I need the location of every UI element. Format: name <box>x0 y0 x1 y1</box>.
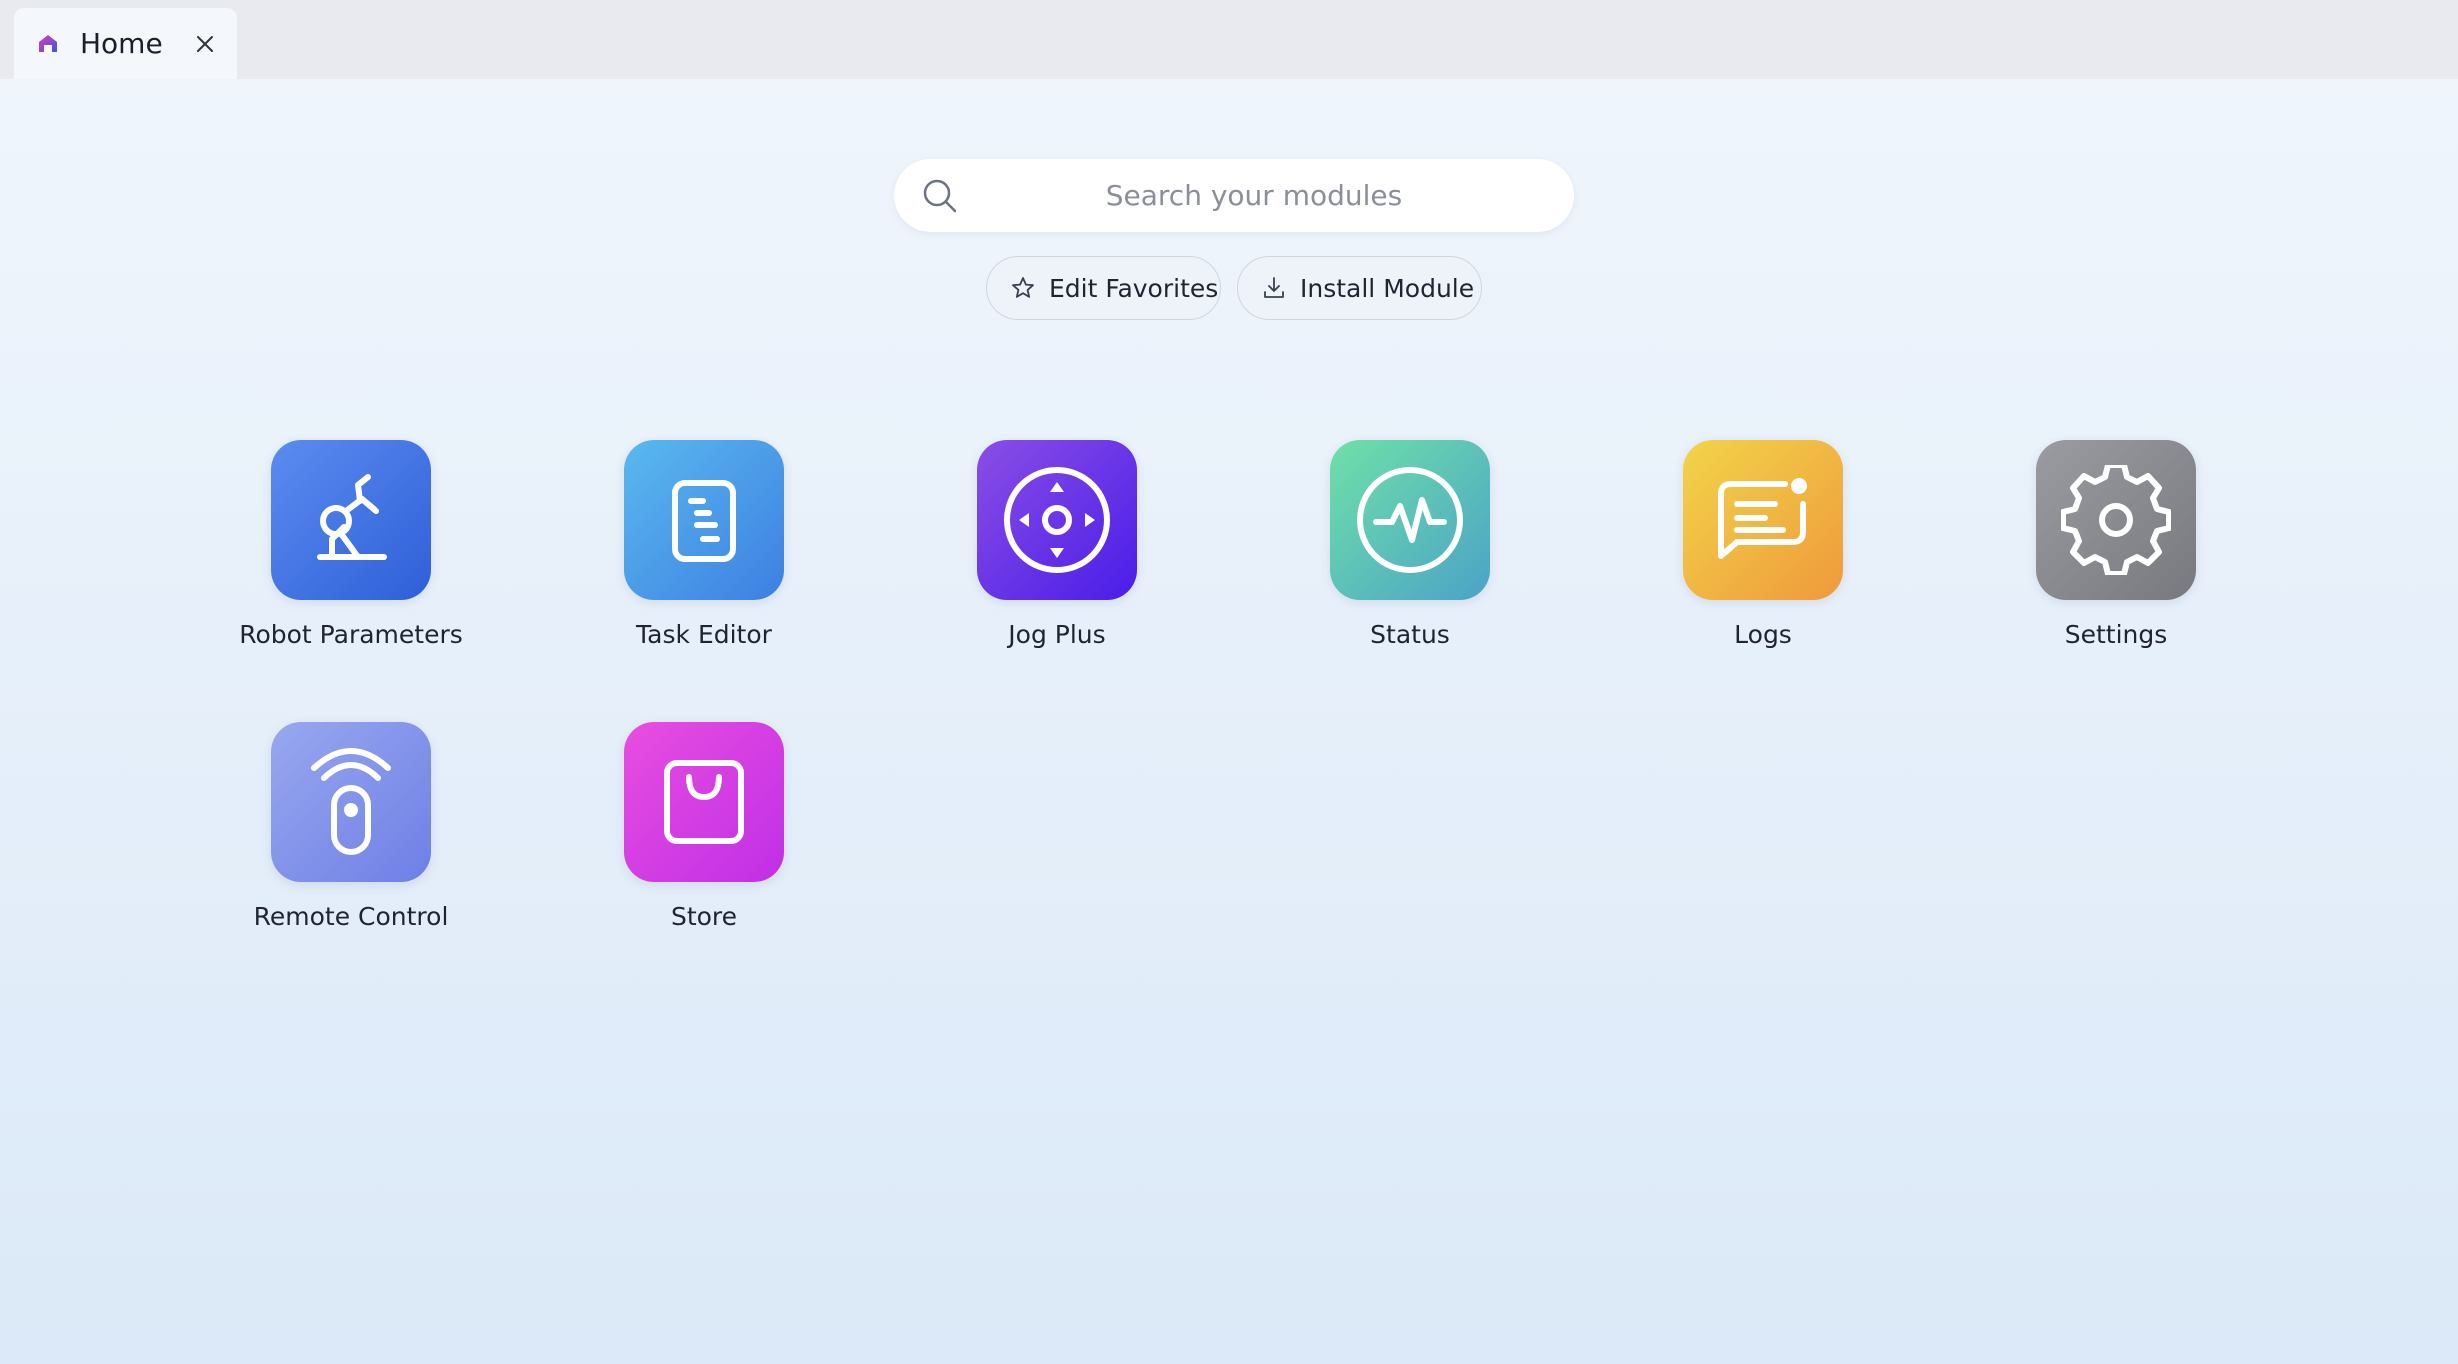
module-label: Task Editor <box>636 620 772 649</box>
shopping-bag-icon <box>664 760 744 844</box>
install-module-button[interactable]: Install Module <box>1237 256 1482 320</box>
module-label: Remote Control <box>253 902 449 931</box>
module-tile <box>977 440 1137 600</box>
module-label: Status <box>1370 620 1450 649</box>
module-tile <box>271 722 431 882</box>
module-tile <box>1683 440 1843 600</box>
robot-arm-icon <box>317 474 387 560</box>
module-logs[interactable]: Logs <box>1597 440 1897 670</box>
module-tile <box>624 440 784 600</box>
status-pulse-icon <box>1357 467 1463 573</box>
close-icon[interactable] <box>191 30 219 58</box>
gear-icon <box>2061 465 2171 575</box>
module-label: Store <box>670 902 738 931</box>
jog-icon <box>1004 467 1110 573</box>
module-label: Robot Parameters <box>239 620 463 649</box>
module-tile <box>1330 440 1490 600</box>
task-editor-icon <box>672 480 736 562</box>
download-icon <box>1260 274 1288 302</box>
search-icon <box>920 176 960 216</box>
module-remote-control[interactable]: Remote Control <box>185 722 485 952</box>
tab-home[interactable]: Home <box>14 8 237 79</box>
tab-label: Home <box>80 27 163 60</box>
edit-favorites-label: Edit Favorites <box>1049 273 1219 303</box>
module-status[interactable]: Status <box>1244 440 1544 670</box>
module-task-editor[interactable]: Task Editor <box>538 440 838 670</box>
remote-control-icon <box>311 748 391 855</box>
module-tile <box>2036 440 2196 600</box>
module-label: Logs <box>1734 620 1792 649</box>
home-icon <box>36 32 60 56</box>
install-module-label: Install Module <box>1300 273 1475 303</box>
module-jog-plus[interactable]: Jog Plus <box>891 440 1191 670</box>
logs-chat-icon <box>1718 478 1807 559</box>
module-tile <box>624 722 784 882</box>
tab-bar: Home <box>0 0 2458 79</box>
module-label: Jog Plus <box>1008 620 1106 649</box>
module-settings[interactable]: Settings <box>1950 440 2250 670</box>
module-robot-parameters[interactable]: Robot Parameters <box>185 440 485 670</box>
module-store[interactable]: Store <box>538 722 838 952</box>
module-tile <box>271 440 431 600</box>
search-box[interactable] <box>894 159 1574 232</box>
module-label: Settings <box>2064 620 2168 649</box>
search-input[interactable] <box>974 159 1534 232</box>
star-icon <box>1009 274 1037 302</box>
edit-favorites-button[interactable]: Edit Favorites <box>986 256 1221 320</box>
